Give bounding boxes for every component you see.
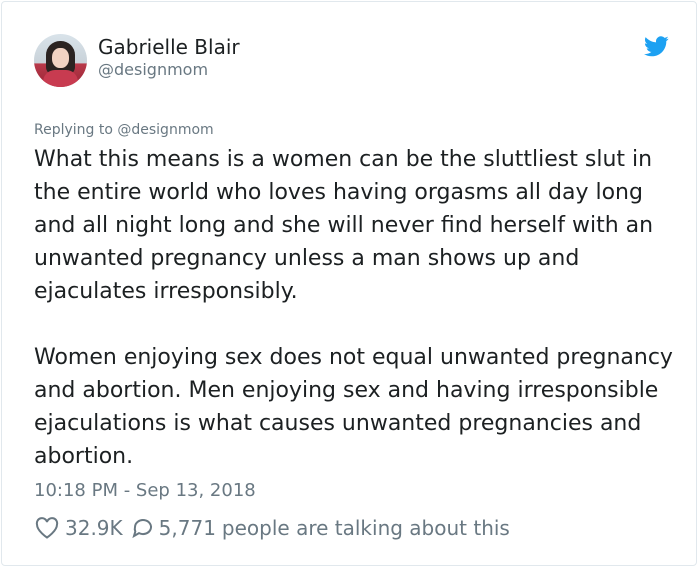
avatar-shirt bbox=[43, 70, 78, 87]
conversation-label[interactable]: people are talking about this bbox=[222, 516, 510, 540]
reply-context[interactable]: Replying to @designmom bbox=[34, 122, 214, 138]
author-name[interactable]: Gabrielle Blair bbox=[98, 35, 240, 59]
tweet-paragraph: What this means is a women can be the sl… bbox=[34, 147, 654, 304]
avatar-face bbox=[52, 48, 69, 68]
speech-bubble-icon[interactable] bbox=[131, 517, 155, 539]
tweet-timestamp[interactable]: 10:18 PM - Sep 13, 2018 bbox=[34, 480, 256, 501]
tweet-actions: 32.9K 5,771 people are talking about thi… bbox=[35, 514, 510, 542]
tweet-card: Gabrielle Blair @designmom Replying to @… bbox=[1, 1, 697, 566]
conversation-count[interactable]: 5,771 bbox=[159, 516, 216, 540]
twitter-bird-icon[interactable] bbox=[644, 36, 669, 57]
heart-icon[interactable] bbox=[35, 517, 59, 539]
tweet-paragraph: Women enjoying sex does not equal unwant… bbox=[34, 345, 673, 469]
tweet-text: What this means is a women can be the sl… bbox=[34, 143, 674, 473]
like-count[interactable]: 32.9K bbox=[65, 516, 123, 540]
avatar[interactable] bbox=[34, 34, 87, 87]
author-handle[interactable]: @designmom bbox=[98, 60, 208, 79]
